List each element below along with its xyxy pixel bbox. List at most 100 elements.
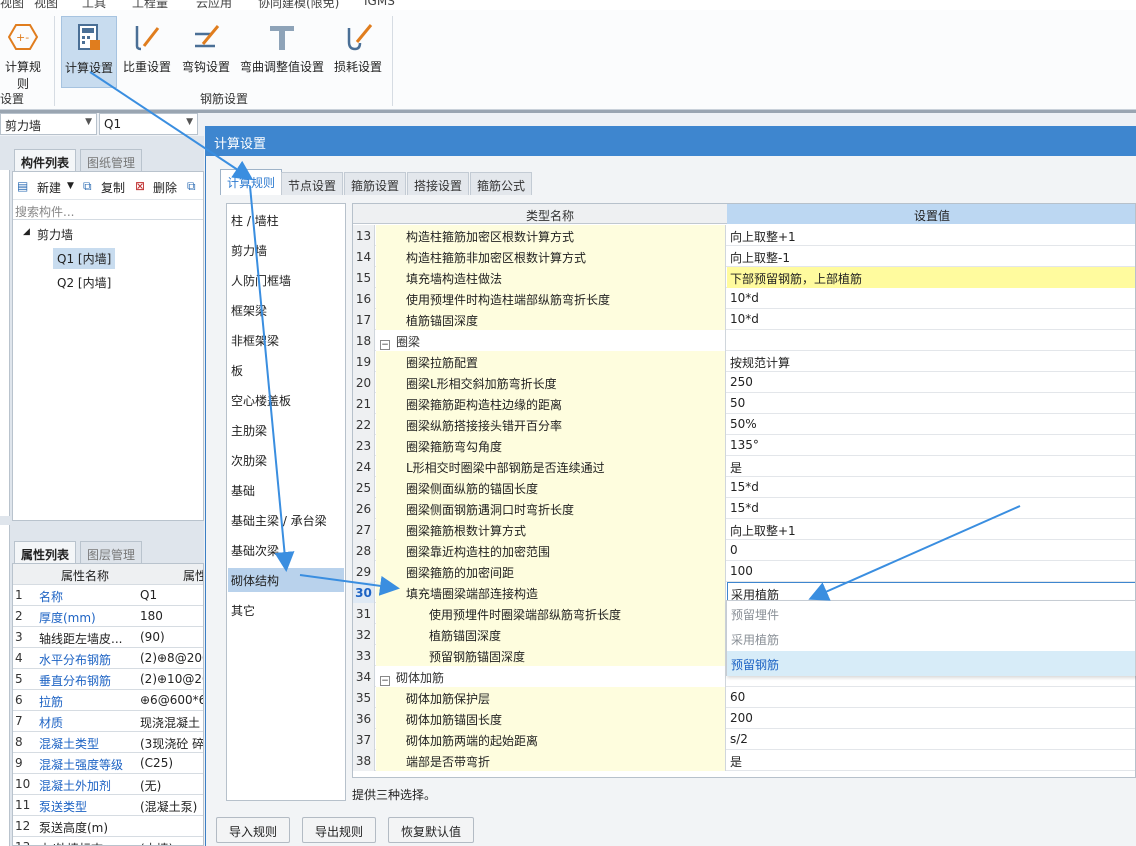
grid-row[interactable]: 25 圈梁侧面纵筋的锚固长度 15*d — [353, 477, 1135, 498]
more-icon[interactable]: ⧉ — [187, 179, 196, 194]
setting-value[interactable]: 200 — [727, 708, 1135, 729]
property-value[interactable]: (2)⊕10@20 — [140, 672, 203, 686]
new-dropdown-icon[interactable]: ▼ — [67, 181, 74, 191]
export-rules-button[interactable]: 导出规则 — [302, 817, 377, 843]
category-item[interactable]: 板 — [228, 358, 344, 382]
property-row[interactable]: 7 材质 现浇混凝土 — [13, 711, 203, 732]
tab-lap-settings[interactable]: 搭接设置 — [407, 172, 470, 195]
component-name-select[interactable]: Q1 ▼ — [99, 113, 198, 135]
tree-collapse-icon[interactable]: ◢ — [23, 227, 30, 237]
grid-row[interactable]: 17 植筋锚固深度 10*d — [353, 309, 1135, 330]
component-search-input[interactable]: 搜索构件... — [13, 200, 203, 220]
property-row[interactable]: 10 混凝土外加剂 (无) — [13, 774, 203, 795]
import-rules-button[interactable]: 导入规则 — [216, 817, 291, 843]
category-item[interactable]: 基础次梁 — [228, 538, 344, 562]
category-item[interactable]: 其它 — [228, 598, 344, 622]
property-value[interactable]: ⊕6@600*6 — [140, 693, 203, 707]
setting-value[interactable]: s/2 — [727, 729, 1135, 750]
new-icon[interactable]: ▤ — [17, 179, 28, 193]
copy-button[interactable]: 复制 — [101, 179, 125, 196]
grid-row[interactable]: 23 圈梁箍筋弯勾角度 135° — [353, 435, 1135, 456]
tab-node-settings[interactable]: 节点设置 — [281, 172, 344, 195]
property-row[interactable]: 3 轴线距左墙皮... (90) — [13, 627, 203, 648]
setting-value[interactable]: 100 — [727, 561, 1135, 582]
property-value[interactable]: (C25) — [140, 756, 203, 770]
setting-value[interactable]: 50 — [727, 393, 1135, 414]
loss-settings-button[interactable]: 损耗设置 — [330, 16, 386, 88]
weight-settings-button[interactable]: 比重设置 — [120, 16, 174, 88]
property-row[interactable]: 11 泵送类型 (混凝土泵) — [13, 795, 203, 816]
grid-row[interactable]: 21 圈梁箍筋距构造柱边缘的距离 50 — [353, 393, 1135, 414]
tab-calc-rules[interactable]: 计算规则 — [220, 169, 283, 195]
dropdown-option-embed[interactable]: 预留埋件 — [727, 601, 1135, 626]
category-item[interactable]: 基础主梁 / 承台梁 — [228, 508, 344, 532]
grid-row[interactable]: 19 圈梁拉筋配置 按规范计算 — [353, 351, 1135, 372]
hook-settings-button[interactable]: 弯钩设置 — [178, 16, 234, 88]
setting-value[interactable]: 50% — [727, 414, 1135, 435]
category-item[interactable]: 次肋梁 — [228, 448, 344, 472]
setting-value[interactable] — [727, 330, 1135, 351]
setting-value[interactable]: 是 — [727, 456, 1135, 477]
grid-row[interactable]: 35 砌体加筋保护层 60 — [353, 687, 1135, 708]
tree-item-q2[interactable]: Q2 [内墙] — [57, 274, 111, 291]
grid-row[interactable]: 15 填充墙构造柱做法 下部预留钢筋，上部植筋 — [353, 267, 1135, 288]
setting-value[interactable]: 60 — [727, 687, 1135, 708]
delete-button[interactable]: 删除 — [153, 179, 177, 196]
setting-value[interactable]: 10*d — [727, 288, 1135, 309]
copy-icon[interactable]: ⧉ — [83, 179, 92, 194]
category-item[interactable]: 主肋梁 — [228, 418, 344, 442]
grid-row[interactable]: 24 L形相交时圈梁中部钢筋是否连续通过 是 — [353, 456, 1135, 477]
grid-row[interactable]: 16 使用预埋件时构造柱端部纵筋弯折长度 10*d — [353, 288, 1135, 309]
grid-row[interactable]: 26 圈梁侧面钢筋遇洞口时弯折长度 15*d — [353, 498, 1135, 519]
collapse-icon[interactable]: − — [380, 340, 390, 350]
delete-icon[interactable]: ⊠ — [135, 179, 145, 193]
collapse-icon[interactable]: − — [380, 676, 390, 686]
tab-drawing-manage[interactable]: 图纸管理 — [80, 149, 143, 171]
category-item[interactable]: 空心楼盖板 — [228, 388, 344, 412]
grid-row[interactable]: 36 砌体加筋锚固长度 200 — [353, 708, 1135, 729]
property-row[interactable]: 4 水平分布钢筋 (2)⊕8@200 — [13, 648, 203, 669]
property-row[interactable]: 6 拉筋 ⊕6@600*6 — [13, 690, 203, 711]
menu-view[interactable]: 视图 — [0, 0, 24, 10]
setting-value[interactable]: 是 — [727, 750, 1135, 771]
grid-row[interactable]: 18− 圈梁 — [353, 330, 1135, 351]
menu-igms[interactable]: IGMS — [364, 0, 395, 8]
grid-row[interactable]: 37 砌体加筋两端的起始距离 s/2 — [353, 729, 1135, 750]
category-item[interactable]: 人防门框墙 — [228, 268, 344, 292]
grid-row[interactable]: 22 圈梁纵筋搭接接头错开百分率 50% — [353, 414, 1135, 435]
bend-adjust-button[interactable]: 弯曲调整值设置 — [237, 16, 327, 88]
grid-row[interactable]: 14 构造柱箍筋非加密区根数计算方式 向上取整-1 — [353, 246, 1135, 267]
setting-value[interactable]: 250 — [727, 372, 1135, 393]
property-value[interactable]: (混凝土泵) — [140, 798, 203, 815]
category-item[interactable]: 柱 / 墙柱 — [228, 208, 344, 232]
category-item[interactable]: 剪力墙 — [228, 238, 344, 262]
property-row[interactable]: 13 内/外墙标志 (内墙) — [13, 837, 203, 845]
tab-stirrup-settings[interactable]: 箍筋设置 — [344, 172, 407, 195]
grid-row[interactable]: 38 端部是否带弯折 是 — [353, 750, 1135, 771]
category-item[interactable]: 非框架梁 — [228, 328, 344, 352]
setting-value[interactable]: 按规范计算 — [727, 351, 1135, 372]
menu-view2[interactable]: 视图 — [34, 0, 58, 10]
menu-quantity[interactable]: 工程量 — [132, 0, 168, 10]
calc-rules-button[interactable]: +- 计算规则 — [0, 16, 46, 91]
grid-row[interactable]: 29 圈梁箍筋的加密间距 100 — [353, 561, 1135, 582]
grid-row[interactable]: 28 圈梁靠近构造柱的加密范围 0 — [353, 540, 1135, 561]
category-item[interactable]: 框架梁 — [228, 298, 344, 322]
tree-item-q1[interactable]: Q1 [内墙] — [53, 248, 116, 269]
tab-layer-manage[interactable]: 图层管理 — [80, 541, 143, 563]
property-row[interactable]: 2 厚度(mm) 180 — [13, 606, 203, 627]
category-item[interactable]: 基础 — [228, 478, 344, 502]
grid-row[interactable]: 27 圈梁箍筋根数计算方式 向上取整+1 — [353, 519, 1135, 540]
setting-value[interactable]: 下部预留钢筋，上部植筋 — [727, 267, 1135, 288]
property-value[interactable]: (3现浇砼 碎 — [140, 735, 203, 752]
tab-component-list[interactable]: 构件列表 — [14, 149, 77, 171]
grid-row[interactable]: 13 构造柱箍筋加密区根数计算方式 向上取整+1 — [353, 225, 1135, 246]
tab-stirrup-formula[interactable]: 箍筋公式 — [470, 172, 533, 195]
tree-root[interactable]: 剪力墙 — [37, 226, 73, 243]
property-value[interactable]: 180 — [140, 609, 203, 623]
property-row[interactable]: 9 混凝土强度等级 (C25) — [13, 753, 203, 774]
property-row[interactable]: 12 泵送高度(m) — [13, 816, 203, 837]
calc-settings-button[interactable]: 计算设置 — [61, 16, 117, 88]
property-value[interactable]: (90) — [140, 630, 203, 644]
menu-cloud[interactable]: 云应用 — [196, 0, 232, 10]
